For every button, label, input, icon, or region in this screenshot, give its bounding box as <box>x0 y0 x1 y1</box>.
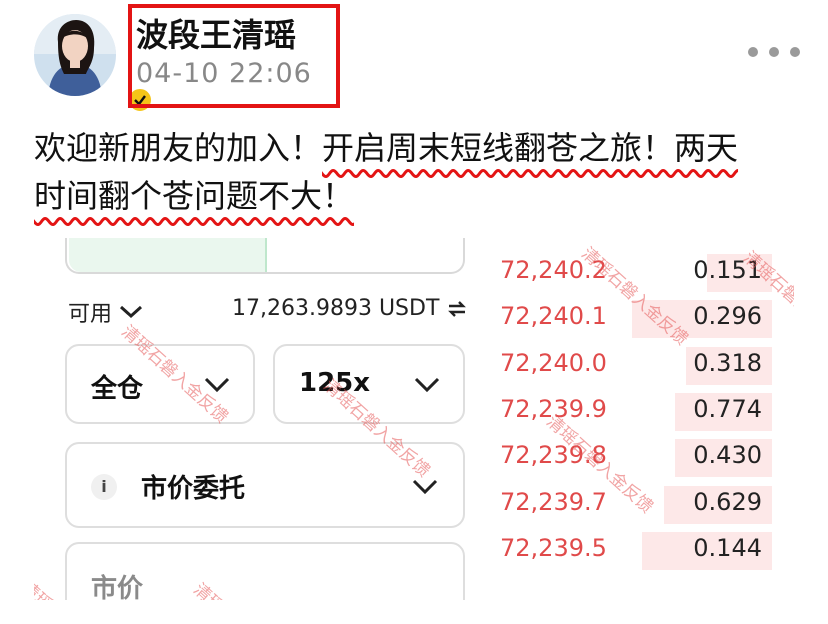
username[interactable]: 波段王清瑶 <box>136 10 296 56</box>
margin-mode-select: 全仓 <box>65 344 255 424</box>
post-text-line-2: 时间翻个苍问题不大！ <box>34 172 354 220</box>
order-book-row: 72,240.2 0.151 <box>494 252 784 292</box>
order-book-row: 72,239.5 0.144 <box>494 530 784 570</box>
ask-price: 72,239.7 <box>500 487 607 516</box>
post-text-underlined: 开启周末短线翻苍之旅！两天 <box>322 129 739 167</box>
embedded-trade-screenshot[interactable]: 可用 17,263.9893 USDT 全仓 125x i 市价委托 市价 72… <box>34 238 794 600</box>
ask-price: 72,239.9 <box>500 394 607 423</box>
available-label: 可用 <box>68 302 113 327</box>
chevron-down-icon <box>414 377 440 393</box>
more-horizontal-icon <box>790 47 800 57</box>
amount-slider-box <box>65 238 465 274</box>
order-book-row: 72,239.8 0.430 <box>494 437 784 478</box>
ask-quantity: 0.430 <box>693 441 762 470</box>
leverage-select: 125x <box>273 344 465 424</box>
ask-quantity: 0.144 <box>693 533 762 562</box>
post-timestamp: 04-10 22:06 <box>136 58 312 89</box>
price-input: 市价 <box>65 542 465 600</box>
ask-quantity: 0.318 <box>693 348 762 377</box>
margin-mode-value: 全仓 <box>91 374 144 404</box>
more-horizontal-icon <box>748 47 758 57</box>
ask-quantity: 0.629 <box>693 487 762 516</box>
info-icon: i <box>91 474 117 500</box>
post-text-segment: 欢迎新朋友的加入！ <box>34 129 323 167</box>
post-text-line-1: 欢迎新朋友的加入！开启周末短线翻苍之旅！两天 <box>34 124 738 172</box>
swap-arrows-icon <box>448 300 467 317</box>
balance-value: 17,263.9893 USDT <box>232 296 440 321</box>
ask-quantity: 0.151 <box>693 256 762 284</box>
available-selector: 可用 <box>68 296 144 328</box>
post-text-underlined: 时间翻个苍问题不大！ <box>34 177 355 215</box>
ask-price: 72,240.0 <box>500 348 607 377</box>
order-book-row: 72,240.1 0.296 <box>494 298 784 339</box>
chevron-down-icon <box>204 377 230 393</box>
available-balance: 17,263.9893 USDT <box>232 296 467 321</box>
ask-price: 72,239.8 <box>500 441 607 470</box>
chevron-down-icon <box>120 305 143 319</box>
ask-price: 72,239.5 <box>500 533 607 562</box>
ask-quantity: 0.296 <box>693 302 762 331</box>
ask-price: 72,240.1 <box>500 302 607 331</box>
order-book-row: 72,239.7 0.629 <box>494 484 784 524</box>
order-book-row: 72,239.9 0.774 <box>494 391 784 431</box>
ask-price: 72,240.2 <box>500 256 607 284</box>
avatar[interactable] <box>34 14 154 114</box>
price-placeholder: 市价 <box>91 574 144 600</box>
ask-quantity: 0.774 <box>693 394 762 423</box>
leverage-value: 125x <box>299 368 371 398</box>
avatar-image <box>34 14 116 96</box>
watermark: 清瑶 <box>34 577 56 600</box>
order-book-row: 72,240.0 0.318 <box>494 345 784 385</box>
more-horizontal-icon <box>769 47 779 57</box>
amount-fill <box>69 238 267 272</box>
order-type-select: i 市价委托 <box>65 442 465 528</box>
chevron-down-icon <box>412 479 438 495</box>
order-type-value: 市价委托 <box>141 474 246 504</box>
more-options-button[interactable] <box>748 40 800 64</box>
